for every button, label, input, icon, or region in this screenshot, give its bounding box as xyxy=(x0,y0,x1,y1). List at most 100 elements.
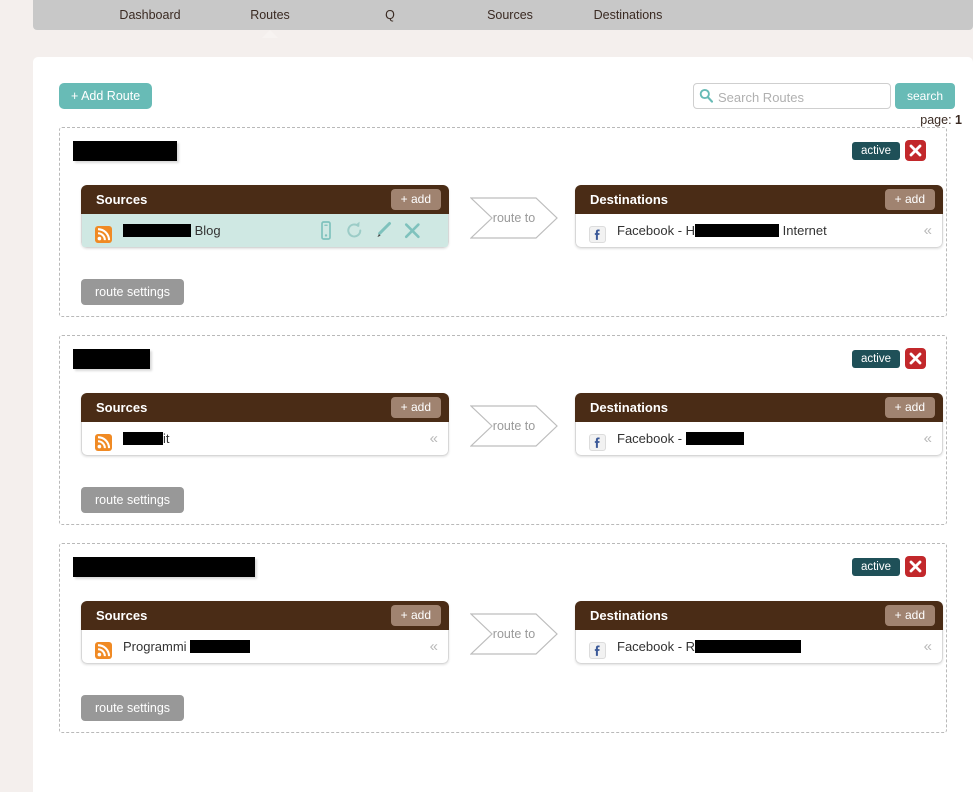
collapse-chevron-icon[interactable]: « xyxy=(924,214,932,247)
panel-header: Sources+ add xyxy=(81,601,449,630)
collapse-chevron-icon[interactable]: « xyxy=(924,630,932,663)
nav-item-label: Routes xyxy=(250,8,290,22)
panel-title: Destinations xyxy=(590,185,668,214)
panel-body: it « xyxy=(81,422,449,456)
panel-title: Destinations xyxy=(590,601,668,630)
label-text-before: Programmi xyxy=(123,639,190,654)
routes-toolbar: + Add Route search page: 1 xyxy=(33,57,973,127)
panel-title: Sources xyxy=(96,185,147,214)
search-input[interactable] xyxy=(716,84,866,110)
source-label: it xyxy=(123,422,170,455)
collapse-chevron-icon[interactable]: « xyxy=(430,422,438,455)
page-number: 1 xyxy=(955,113,962,127)
source-actions xyxy=(314,219,430,242)
panel-body: Facebook - R « xyxy=(575,630,943,664)
nav-item-label: Destinations xyxy=(594,8,663,22)
panel-body: Facebook - « xyxy=(575,422,943,456)
facebook-icon xyxy=(589,222,606,239)
sources-panel: Sources+ addProgrammi « xyxy=(81,601,449,664)
add-destination-button[interactable]: + add xyxy=(885,605,935,626)
search-button[interactable]: search xyxy=(895,83,955,109)
refresh-icon[interactable] xyxy=(343,219,372,242)
redacted-text xyxy=(695,224,779,237)
destination-label: Facebook - R xyxy=(617,630,801,663)
route-to-arrow: route to xyxy=(470,613,558,655)
redacted-text xyxy=(123,224,191,237)
source-row[interactable]: it « xyxy=(82,422,448,455)
status-badge[interactable]: active xyxy=(852,350,900,368)
collapse-chevron-icon[interactable]: « xyxy=(430,630,438,663)
label-text-after: Internet xyxy=(779,223,827,238)
mobile-preview-icon[interactable] xyxy=(314,219,343,242)
rss-icon xyxy=(95,430,112,447)
label-text-before: Facebook - R xyxy=(617,639,695,654)
label-text-before: Facebook - H xyxy=(617,223,695,238)
add-source-button[interactable]: + add xyxy=(391,605,441,626)
redacted-text xyxy=(686,432,744,445)
add-destination-button[interactable]: + add xyxy=(885,397,935,418)
redacted-text xyxy=(190,640,250,653)
rss-icon xyxy=(95,222,112,239)
route-settings-button[interactable]: route settings xyxy=(81,695,184,721)
route-card: active Sources + add Blog route to Destinati… xyxy=(59,127,947,317)
page-label: page: xyxy=(920,113,951,127)
route-settings-button[interactable]: route settings xyxy=(81,279,184,305)
route-to-label: route to xyxy=(470,197,558,239)
nav-item-label: Dashboard xyxy=(119,8,180,22)
destination-row[interactable]: Facebook - « xyxy=(576,422,942,455)
nav-item-destinations[interactable]: Destinations xyxy=(533,0,723,30)
page-indicator: page: 1 xyxy=(920,113,962,127)
panel-header: Sources + add xyxy=(81,393,449,422)
source-row[interactable]: Blog xyxy=(82,214,448,247)
edit-pencil-icon[interactable] xyxy=(372,219,401,242)
nav-item-dashboard[interactable]: Dashboard xyxy=(85,0,215,30)
panel-body: Facebook - H Internet « xyxy=(575,214,943,248)
nav-item-label: Q xyxy=(385,8,395,22)
routes-list: active Sources + add Blog route to Destinati… xyxy=(33,127,973,733)
route-to-label: route to xyxy=(470,613,558,655)
sources-panel: Sources + add Blog xyxy=(81,185,449,248)
destination-row[interactable]: Facebook - H Internet « xyxy=(576,214,942,247)
top-navigation-bar: Dashboard Routes Q Sources Destinations xyxy=(33,0,973,30)
rss-icon xyxy=(95,638,112,655)
search-box[interactable] xyxy=(693,83,891,109)
sources-panel: Sources + add it « xyxy=(81,393,449,456)
add-source-button[interactable]: + add xyxy=(391,397,441,418)
destinations-panel: Destinations + add Facebook - « xyxy=(575,393,943,456)
route-settings-button[interactable]: route settings xyxy=(81,487,184,513)
status-badge[interactable]: active xyxy=(852,558,900,576)
collapse-chevron-icon[interactable]: « xyxy=(924,422,932,455)
label-text-after: Blog xyxy=(191,223,221,238)
label-text-after: it xyxy=(163,431,170,446)
delete-route-button[interactable] xyxy=(905,556,926,577)
panel-header: Destinations + add xyxy=(575,185,943,214)
panel-header: Destinations + add xyxy=(575,393,943,422)
add-source-button[interactable]: + add xyxy=(391,189,441,210)
route-panels: Sources + add Blog route to Destinations + a… xyxy=(60,185,946,263)
source-row[interactable]: Programmi « xyxy=(82,630,448,663)
route-panels: Sources+ addProgrammi «route toDestinati… xyxy=(60,601,946,679)
panel-header: Destinations + add xyxy=(575,601,943,630)
nav-item-q[interactable]: Q xyxy=(325,0,455,30)
panel-title: Sources xyxy=(96,393,147,422)
delete-x-icon[interactable] xyxy=(401,219,430,242)
status-badge[interactable]: active xyxy=(852,142,900,160)
route-card: activeSources+ addProgrammi «route toDes… xyxy=(59,543,947,733)
delete-route-button[interactable] xyxy=(905,348,926,369)
facebook-icon xyxy=(589,638,606,655)
nav-item-label: Sources xyxy=(487,8,533,22)
redacted-text xyxy=(123,432,163,445)
destination-row[interactable]: Facebook - R « xyxy=(576,630,942,663)
nav-item-routes[interactable]: Routes xyxy=(205,0,335,30)
search-area: search xyxy=(693,83,973,109)
search-icon xyxy=(699,88,713,104)
destinations-panel: Destinations + add Facebook - R « xyxy=(575,601,943,664)
add-destination-button[interactable]: + add xyxy=(885,189,935,210)
add-route-button[interactable]: + Add Route xyxy=(59,83,152,109)
route-title-redacted xyxy=(73,557,255,577)
panel-title: Destinations xyxy=(590,393,668,422)
source-label: Blog xyxy=(123,214,221,247)
facebook-icon xyxy=(589,430,606,447)
delete-route-button[interactable] xyxy=(905,140,926,161)
nav-list: Dashboard Routes Q Sources Destinations xyxy=(33,0,973,30)
